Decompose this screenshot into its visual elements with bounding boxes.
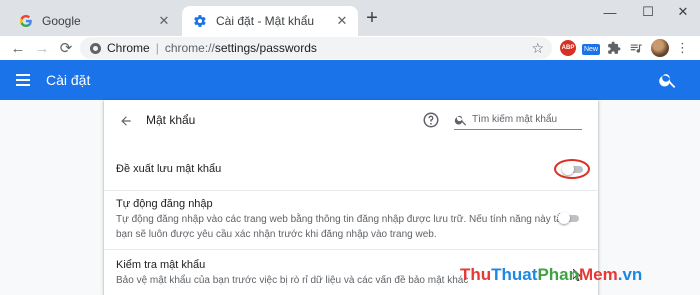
url-path: settings/passwords (214, 41, 317, 55)
back-button[interactable]: ← (8, 38, 28, 58)
maximize-button[interactable]: ☐ (630, 0, 666, 24)
row-description-line-1: Bảo vệ mật khẩu của bạn trước việc bị rò… (116, 275, 469, 286)
new-badge-icon[interactable]: New (582, 44, 600, 55)
close-window-button[interactable]: ✕ (665, 0, 700, 24)
help-icon[interactable] (422, 111, 440, 129)
tab-google[interactable]: Google ✕ (8, 6, 180, 36)
google-g-icon (18, 13, 34, 29)
watermark-logo: ThuThuatPhanMem.vn (460, 265, 643, 284)
tab-settings-passwords[interactable]: Cài đặt - Mật khẩu ✕ (182, 6, 358, 36)
hamburger-menu-icon[interactable] (16, 70, 36, 90)
passwords-card-header: Mật khẩu Tìm kiếm mật khẩu (104, 100, 598, 142)
adblock-plus-icon[interactable]: ABP (560, 40, 576, 56)
auto-sign-in-row[interactable]: Tự động đăng nhập Tự động đăng nhập vào … (104, 190, 598, 246)
highlight-circle (554, 159, 590, 179)
row-label: Tự động đăng nhập (116, 198, 213, 210)
settings-gear-icon (192, 13, 208, 29)
reload-button[interactable]: ⟳ (56, 38, 76, 58)
offer-save-passwords-row[interactable]: Đề xuất lưu mật khẩu (104, 148, 598, 190)
tab-title: Cài đặt - Mật khẩu (216, 14, 315, 28)
url-scheme: chrome:// (164, 41, 215, 55)
auto-sign-in-toggle[interactable] (558, 211, 580, 225)
browser-toolbar: ← → ⟳ Chrome | chrome:// settings/passwo… (0, 36, 700, 60)
forward-button[interactable]: → (32, 38, 52, 58)
tab-strip: Google ✕ Cài đặt - Mật khẩu ✕ + — ☐ ✕ (0, 0, 700, 36)
row-label: Đề xuất lưu mật khẩu (116, 163, 222, 175)
media-queue-icon[interactable] (628, 40, 644, 56)
origin-separator: | (155, 41, 159, 55)
star-icon[interactable]: ☆ (531, 40, 544, 57)
close-tab-icon[interactable]: ✕ (156, 13, 172, 29)
puzzle-extensions-icon[interactable] (606, 40, 622, 56)
settings-title: Cài đặt (46, 72, 91, 88)
chrome-menu-button[interactable]: ⋮ (676, 40, 689, 56)
profile-avatar[interactable] (651, 39, 669, 57)
row-label: Kiểm tra mật khẩu (116, 259, 206, 271)
settings-header: Cài đặt (0, 60, 700, 100)
minimize-button[interactable]: — (592, 0, 628, 24)
row-description-line-1: Tự động đăng nhập vào các trang web bằng… (116, 214, 568, 225)
address-bar[interactable]: Chrome | chrome:// settings/passwords ☆ (80, 37, 552, 59)
search-icon (454, 113, 468, 127)
toggle-thumb (558, 212, 570, 224)
page-title: Mật khẩu (146, 113, 196, 127)
origin-chip: Chrome (107, 41, 150, 55)
new-tab-button[interactable]: + (362, 8, 382, 29)
back-arrow-icon[interactable] (116, 111, 136, 131)
row-description-line-2: bạn sẽ luôn được yêu cầu xác nhận trước … (116, 229, 437, 240)
password-search-input[interactable]: Tìm kiếm mật khẩu (454, 110, 582, 130)
tab-title: Google (42, 14, 81, 28)
chrome-page-icon (90, 42, 101, 54)
search-icon[interactable] (658, 70, 678, 90)
search-placeholder: Tìm kiếm mật khẩu (472, 114, 558, 125)
close-tab-icon[interactable]: ✕ (334, 13, 350, 29)
